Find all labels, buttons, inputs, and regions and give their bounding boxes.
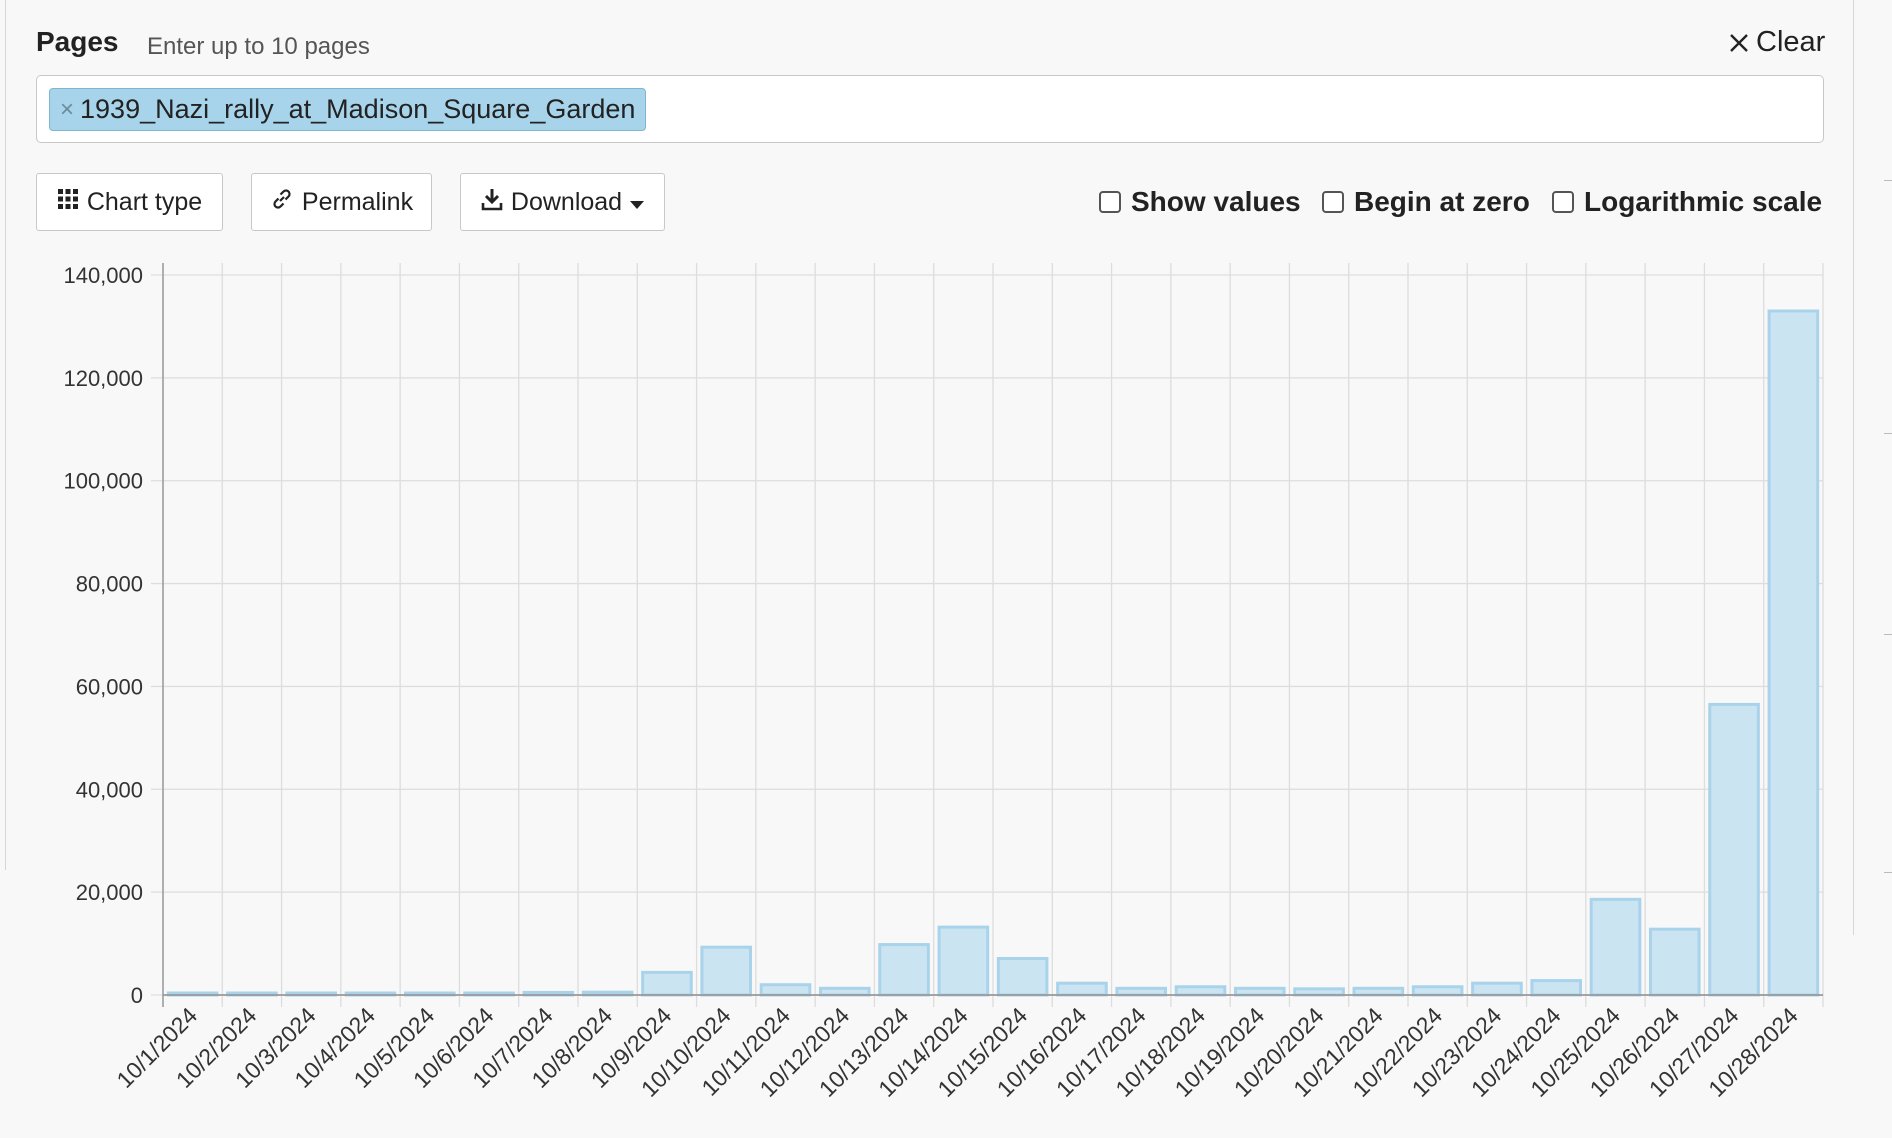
bar	[1352, 986, 1405, 997]
bar	[1767, 309, 1820, 997]
show-values-label: Show values	[1131, 186, 1301, 217]
begin-at-zero-option[interactable]: Begin at zero	[1322, 186, 1530, 218]
bar	[1411, 985, 1464, 997]
chart-type-button[interactable]: Chart type	[36, 173, 223, 231]
bar	[818, 986, 871, 997]
download-label: Download	[510, 187, 623, 216]
page-chip-label: 1939_Nazi_rally_at_Madison_Square_Garden	[80, 94, 636, 124]
pages-label: Pages	[36, 26, 119, 57]
y-tick-label: 100,000	[63, 469, 143, 494]
y-tick-label: 40,000	[76, 777, 143, 802]
permalink-label: Permalink	[301, 187, 414, 216]
y-tick-label: 80,000	[76, 572, 143, 597]
remove-page-icon[interactable]: ×	[60, 96, 74, 124]
side-panel-divider	[1884, 433, 1892, 434]
pages-hint: Enter up to 10 pages	[147, 33, 370, 60]
side-panel-divider	[1884, 180, 1892, 181]
y-tick-label: 20,000	[76, 880, 143, 905]
clear-button[interactable]: Clear	[1728, 26, 1825, 59]
close-icon	[1728, 32, 1750, 54]
show-values-option[interactable]: Show values	[1099, 186, 1301, 218]
log-scale-checkbox[interactable]	[1552, 191, 1574, 213]
y-tick-label: 140,000	[63, 263, 143, 288]
caret-down-icon	[630, 188, 645, 217]
permalink-button[interactable]: Permalink	[251, 173, 432, 231]
bar	[1589, 897, 1642, 997]
y-tick-label: 60,000	[76, 674, 143, 699]
download-icon	[481, 187, 503, 218]
bar	[1648, 927, 1701, 997]
y-tick-label: 0	[131, 983, 143, 1008]
bar	[1708, 702, 1760, 997]
bar	[996, 956, 1049, 997]
bar	[1293, 987, 1345, 997]
link-icon	[270, 187, 294, 218]
begin-at-zero-label: Begin at zero	[1354, 186, 1530, 217]
bar	[700, 945, 753, 997]
chart-grid	[151, 263, 1824, 1007]
log-scale-label: Logarithmic scale	[1584, 186, 1823, 217]
side-panel-divider	[1884, 872, 1892, 873]
bar	[1471, 981, 1523, 997]
log-scale-option[interactable]: Logarithmic scale	[1552, 186, 1822, 218]
show-values-checkbox[interactable]	[1099, 191, 1121, 213]
bar	[759, 983, 812, 997]
side-panel-divider	[1884, 634, 1892, 635]
download-button[interactable]: Download	[460, 173, 665, 231]
pages-input[interactable]: × 1939_Nazi_rally_at_Madison_Square_Gard…	[36, 75, 1824, 143]
bar	[1530, 979, 1583, 997]
begin-at-zero-checkbox[interactable]	[1322, 191, 1344, 213]
chart-type-label: Chart type	[86, 187, 203, 216]
bar-chart: 0 20,000 40,000 60,000 80,000 100,000 120,000 1…	[63, 263, 1824, 1102]
bar	[1174, 985, 1227, 997]
bar	[937, 925, 990, 997]
bar	[1056, 981, 1108, 997]
right-divider	[1853, 0, 1854, 935]
grid-icon	[57, 188, 79, 217]
clear-label: Clear	[1756, 26, 1826, 58]
y-tick-label: 120,000	[63, 366, 143, 391]
page-chip: × 1939_Nazi_rally_at_Madison_Square_Gard…	[49, 88, 647, 131]
bar	[1115, 986, 1168, 997]
bar	[878, 943, 930, 997]
bar	[641, 970, 693, 997]
bar	[1233, 986, 1286, 997]
